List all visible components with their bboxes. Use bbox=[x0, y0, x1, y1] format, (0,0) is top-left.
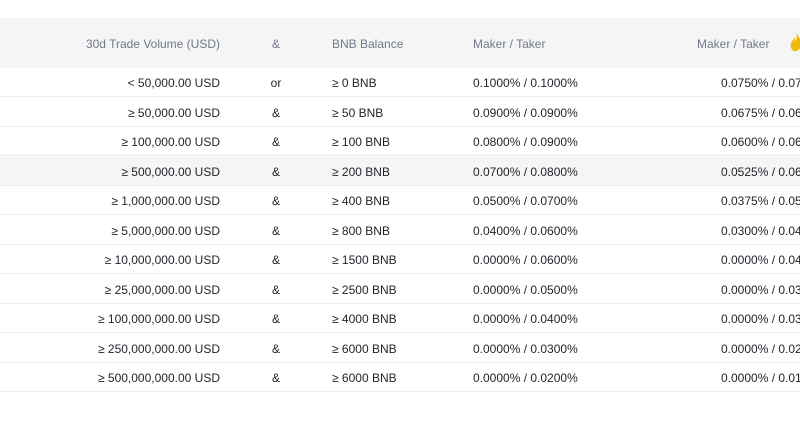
table-header: 30d Trade Volume (USD) & BNB Balance Mak… bbox=[0, 18, 800, 68]
cell-maker-taker-discount: 0.0000% / 0.03 bbox=[721, 282, 800, 297]
cell-maker-taker-discount: 0.0525% / 0.06 bbox=[721, 164, 800, 179]
cell-maker-taker: 0.0000% / 0.0600% bbox=[473, 253, 578, 267]
cell-maker-taker-discount: 0.0750% / 0.07 bbox=[721, 76, 800, 90]
header-maker-taker: Maker / Taker bbox=[473, 37, 546, 51]
cell-maker-taker: 0.0000% / 0.0400% bbox=[473, 312, 578, 326]
fire-icon bbox=[789, 31, 800, 53]
cell-operator: & bbox=[271, 223, 280, 238]
cell-bnb-balance: ≥ 6000 BNB bbox=[332, 341, 397, 356]
cell-bnb-balance: ≥ 2500 BNB bbox=[332, 282, 397, 297]
cell-trade-volume: ≥ 500,000,000.00 USD bbox=[97, 371, 220, 385]
cell-trade-volume: ≥ 100,000.00 USD bbox=[121, 135, 220, 149]
cell-operator: & bbox=[271, 371, 280, 385]
cell-maker-taker: 0.0400% / 0.0600% bbox=[473, 223, 578, 238]
cell-bnb-balance: ≥ 6000 BNB bbox=[332, 371, 397, 385]
cell-operator: & bbox=[271, 341, 280, 356]
cell-maker-taker: 0.0000% / 0.0300% bbox=[473, 341, 578, 356]
header-maker-taker-discount: Maker / Taker bbox=[697, 37, 770, 51]
table-row: ≥ 500,000.00 USD & ≥ 200 BNB 0.0700% / 0.08… bbox=[0, 156, 800, 186]
cell-trade-volume: ≥ 5,000,000.00 USD bbox=[111, 223, 220, 238]
cell-maker-taker: 0.0000% / 0.0200% bbox=[473, 371, 578, 385]
cell-maker-taker-discount: 0.0675% / 0.06 bbox=[721, 105, 800, 120]
cell-maker-taker: 0.1000% / 0.1000% bbox=[473, 76, 578, 90]
cell-maker-taker: 0.0500% / 0.0700% bbox=[473, 194, 578, 208]
header-operator: & bbox=[271, 37, 280, 51]
cell-trade-volume: ≥ 10,000,000.00 USD bbox=[104, 253, 220, 267]
cell-operator: & bbox=[271, 312, 280, 326]
cell-operator: & bbox=[271, 282, 280, 297]
cell-operator: & bbox=[271, 194, 280, 208]
cell-operator: & bbox=[271, 253, 280, 267]
cell-trade-volume: ≥ 25,000,000.00 USD bbox=[104, 282, 220, 297]
cell-bnb-balance: ≥ 200 BNB bbox=[332, 164, 390, 179]
cell-trade-volume: ≥ 250,000,000.00 USD bbox=[97, 341, 220, 356]
cell-operator: or bbox=[270, 76, 282, 90]
table-row: ≥ 25,000,000.00 USD & ≥ 2500 BNB 0.0000% / … bbox=[0, 275, 800, 304]
cell-maker-taker: 0.0800% / 0.0900% bbox=[473, 135, 578, 149]
cell-bnb-balance: ≥ 800 BNB bbox=[332, 223, 390, 238]
cell-trade-volume: ≥ 100,000,000.00 USD bbox=[97, 312, 220, 326]
cell-bnb-balance: ≥ 4000 BNB bbox=[332, 312, 397, 326]
table-row: ≥ 1,000,000.00 USD & ≥ 400 BNB 0.0500% / 0.… bbox=[0, 186, 800, 215]
cell-operator: & bbox=[271, 164, 280, 179]
cell-trade-volume: ≥ 50,000.00 USD bbox=[128, 105, 220, 120]
table-row: ≥ 50,000.00 USD & ≥ 50 BNB 0.0900% / 0.0900… bbox=[0, 98, 800, 127]
table-row: ≥ 500,000,000.00 USD & ≥ 6000 BNB 0.0000% /… bbox=[0, 363, 800, 392]
cell-maker-taker-discount: 0.0000% / 0.04 bbox=[721, 253, 800, 267]
cell-maker-taker-discount: 0.0000% / 0.03 bbox=[721, 312, 800, 326]
cell-bnb-balance: ≥ 1500 BNB bbox=[332, 253, 397, 267]
cell-bnb-balance: ≥ 50 BNB bbox=[332, 105, 384, 120]
cell-bnb-balance: ≥ 100 BNB bbox=[332, 135, 390, 149]
cell-trade-volume: ≥ 1,000,000.00 USD bbox=[111, 194, 220, 208]
cell-maker-taker: 0.0000% / 0.0500% bbox=[473, 282, 578, 297]
cell-maker-taker-discount: 0.0000% / 0.02 bbox=[721, 341, 800, 356]
table-row: < 50,000.00 USD or ≥ 0 BNB 0.1000% / 0.1000… bbox=[0, 68, 800, 97]
cell-trade-volume: ≥ 500,000.00 USD bbox=[121, 164, 220, 179]
cell-maker-taker-discount: 0.0375% / 0.05 bbox=[721, 194, 800, 208]
cell-maker-taker-discount: 0.0300% / 0.04 bbox=[721, 223, 800, 238]
table-row: ≥ 5,000,000.00 USD & ≥ 800 BNB 0.0400% / 0.… bbox=[0, 216, 800, 245]
cell-operator: & bbox=[271, 105, 280, 120]
table-row: ≥ 100,000,000.00 USD & ≥ 4000 BNB 0.0000% /… bbox=[0, 304, 800, 333]
cell-operator: & bbox=[271, 135, 280, 149]
header-bnb-balance: BNB Balance bbox=[332, 37, 404, 51]
cell-bnb-balance: ≥ 0 BNB bbox=[332, 76, 377, 90]
header-trade-volume: 30d Trade Volume (USD) bbox=[85, 37, 220, 51]
table-row: ≥ 10,000,000.00 USD & ≥ 1500 BNB 0.0000% / … bbox=[0, 245, 800, 274]
cell-maker-taker: 0.0900% / 0.0900% bbox=[473, 105, 578, 120]
table-row: ≥ 100,000.00 USD & ≥ 100 BNB 0.0800% / 0.09… bbox=[0, 127, 800, 156]
cell-maker-taker-discount: 0.0000% / 0.01 bbox=[721, 371, 800, 385]
cell-maker-taker: 0.0700% / 0.0800% bbox=[473, 164, 578, 179]
cell-maker-taker-discount: 0.0600% / 0.06 bbox=[721, 135, 800, 149]
cell-bnb-balance: ≥ 400 BNB bbox=[332, 194, 390, 208]
table-row: ≥ 250,000,000.00 USD & ≥ 6000 BNB 0.0000% /… bbox=[0, 334, 800, 363]
cell-trade-volume: < 50,000.00 USD bbox=[127, 76, 220, 90]
